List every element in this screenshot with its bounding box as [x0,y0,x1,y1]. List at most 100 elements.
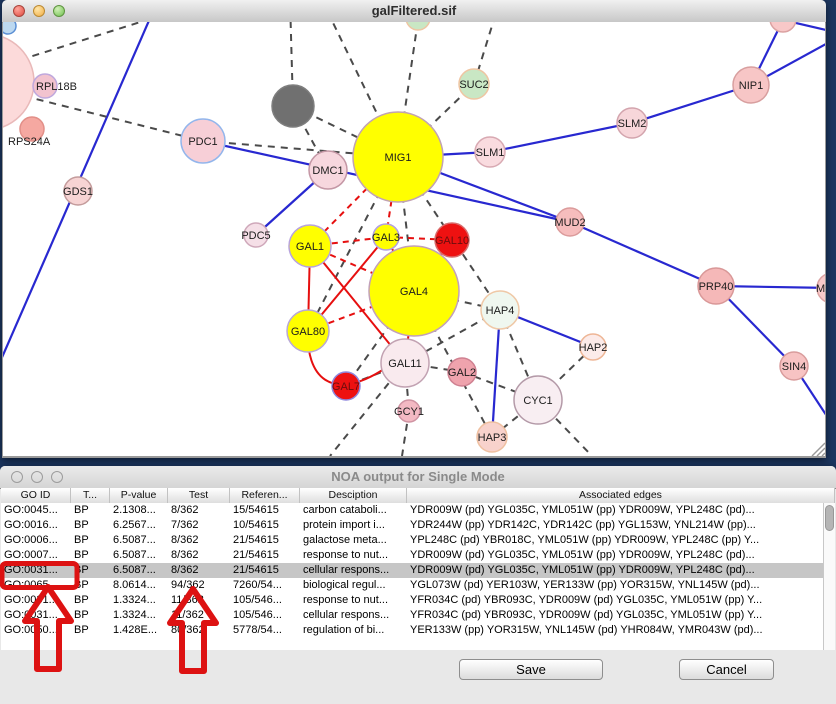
cell-description[interactable]: biological regul... [300,578,407,593]
table-row[interactable]: GO:0031... BP 6.5087... 8/362 21/54615 c… [1,563,823,578]
cell-description[interactable]: regulation of bi... [300,623,407,638]
table-row[interactable]: GO:0050... BP 1.428E... 80/362 5778/54..… [1,623,823,638]
results-table[interactable]: GO:0045... BP 2.1308... 8/362 15/54615 c… [1,503,823,650]
cell-go-id[interactable]: GO:0006... [1,533,71,548]
cell-go-id[interactable]: GO:0031... [1,563,71,578]
cell-associated-edges[interactable]: YFR034C (pd) YBR093C, YDR009W (pd) YGL03… [407,593,823,608]
cancel-button[interactable]: Cancel [679,659,774,680]
cell-description[interactable]: cellular respons... [300,608,407,623]
network-canvas[interactable]: RPL18B RPS24A GDS1 PDC1 DMC1 MIG1 SUC2 S… [3,22,825,456]
table-row[interactable]: GO:0031... BP 1.3324... 11/362 105/546..… [1,608,823,623]
network-window-titlebar[interactable]: galFiltered.sif [2,0,826,23]
cell-test[interactable]: 8/362 [168,533,230,548]
cell-description[interactable]: carbon cataboli... [300,503,407,518]
column-header-go-id[interactable]: GO ID [1,488,71,503]
cell-go-id[interactable]: GO:0031... [1,593,71,608]
cell-test[interactable]: 8/362 [168,563,230,578]
cell-p-value[interactable]: 2.1308... [110,503,168,518]
cell-go-id[interactable]: GO:0016... [1,518,71,533]
cell-go-id[interactable]: GO:0007... [1,548,71,563]
column-header-description[interactable]: Desciption [300,488,407,503]
save-button[interactable]: Save [459,659,603,680]
cell-description[interactable]: protein import i... [300,518,407,533]
cell-description[interactable]: response to nut... [300,548,407,563]
scrollbar-thumb[interactable] [825,505,834,531]
cell-associated-edges[interactable]: YDR244W (pp) YDR142C, YDR142C (pp) YGL15… [407,518,823,533]
cell-type[interactable]: BP [71,608,110,623]
zoom-button[interactable] [53,5,65,17]
node-unlabeled-pink[interactable] [770,22,796,32]
edge[interactable] [490,123,632,152]
cell-test[interactable]: 94/362 [168,578,230,593]
table-row[interactable]: GO:0006... BP 6.5087... 8/362 21/54615 g… [1,533,823,548]
cell-associated-edges[interactable]: YDR009W (pd) YGL035C, YML051W (pp) YDR00… [407,563,823,578]
cell-reference[interactable]: 10/54615 [230,518,300,533]
cell-type[interactable]: BP [71,518,110,533]
node-unlabeled-blue[interactable] [3,22,16,34]
cell-go-id[interactable]: GO:0031... [1,608,71,623]
cell-test[interactable]: 8/362 [168,503,230,518]
cell-p-value[interactable]: 8.0614... [110,578,168,593]
cell-reference[interactable]: 105/546... [230,608,300,623]
cell-associated-edges[interactable]: YER133W (pp) YOR315W, YNL145W (pd) YHR08… [407,623,823,638]
vertical-scrollbar[interactable] [823,503,835,650]
cell-p-value[interactable]: 1.3324... [110,593,168,608]
table-row[interactable]: GO:0016... BP 6.2567... 7/362 10/54615 p… [1,518,823,533]
cell-associated-edges[interactable]: YDR009W (pd) YGL035C, YML051W (pp) YDR00… [407,503,823,518]
edge[interactable] [570,222,716,286]
cell-reference[interactable]: 21/54615 [230,533,300,548]
node-unlabeled-large[interactable] [3,34,34,130]
resize-grip-icon[interactable] [812,443,825,456]
cell-p-value[interactable]: 6.5087... [110,533,168,548]
cell-test[interactable]: 11/362 [168,593,230,608]
cell-reference[interactable]: 105/546... [230,593,300,608]
cell-description[interactable]: response to nut... [300,593,407,608]
minimize-button[interactable] [31,471,43,483]
cell-p-value[interactable]: 6.5087... [110,563,168,578]
cell-p-value[interactable]: 1.3324... [110,608,168,623]
cell-associated-edges[interactable]: YGL073W (pd) YER103W, YER133W (pp) YOR31… [407,578,823,593]
node-unlabeled-green[interactable] [406,22,430,30]
cell-type[interactable]: BP [71,548,110,563]
node-unlabeled-gray[interactable] [272,85,314,127]
zoom-button[interactable] [51,471,63,483]
cell-type[interactable]: BP [71,533,110,548]
cell-type[interactable]: BP [71,563,110,578]
cell-go-id[interactable]: GO:0045... [1,503,71,518]
cell-go-id[interactable]: GO:0065... [1,578,71,593]
cell-p-value[interactable]: 1.428E... [110,623,168,638]
network-graph[interactable]: RPL18B RPS24A GDS1 PDC1 DMC1 MIG1 SUC2 S… [3,22,825,456]
cell-associated-edges[interactable]: YPL248C (pd) YBR018C, YML051W (pp) YDR00… [407,533,823,548]
column-header-type[interactable]: T... [71,488,110,503]
cell-reference[interactable]: 15/54615 [230,503,300,518]
column-header-associated-edges[interactable]: Associated edges [407,488,835,503]
cell-p-value[interactable]: 6.2567... [110,518,168,533]
cell-p-value[interactable]: 6.5087... [110,548,168,563]
cell-reference[interactable]: 7260/54... [230,578,300,593]
table-row[interactable]: GO:0065... BP 8.0614... 94/362 7260/54..… [1,578,823,593]
close-button[interactable] [11,471,23,483]
cell-test[interactable]: 7/362 [168,518,230,533]
column-header-reference[interactable]: Referen... [230,488,300,503]
cell-associated-edges[interactable]: YFR034C (pd) YBR093C, YDR009W (pd) YGL03… [407,608,823,623]
cell-reference[interactable]: 21/54615 [230,563,300,578]
cell-test[interactable]: 80/362 [168,623,230,638]
column-header-p-value[interactable]: P-value [110,488,168,503]
table-row[interactable]: GO:0031... BP 1.3324... 11/362 105/546..… [1,593,823,608]
cell-type[interactable]: BP [71,593,110,608]
close-button[interactable] [13,5,25,17]
edge[interactable] [20,22,210,60]
cell-type[interactable]: BP [71,578,110,593]
column-header-test[interactable]: Test [168,488,230,503]
cell-test[interactable]: 8/362 [168,548,230,563]
table-row[interactable]: GO:0007... BP 6.5087... 8/362 21/54615 r… [1,548,823,563]
table-row[interactable]: GO:0045... BP 2.1308... 8/362 15/54615 c… [1,503,823,518]
cell-test[interactable]: 11/362 [168,608,230,623]
cell-go-id[interactable]: GO:0050... [1,623,71,638]
cell-description[interactable]: galactose meta... [300,533,407,548]
cell-reference[interactable]: 21/54615 [230,548,300,563]
noa-window-titlebar[interactable]: NOA output for Single Mode [0,466,836,489]
cell-type[interactable]: BP [71,623,110,638]
cell-description[interactable]: cellular respons... [300,563,407,578]
cell-reference[interactable]: 5778/54... [230,623,300,638]
